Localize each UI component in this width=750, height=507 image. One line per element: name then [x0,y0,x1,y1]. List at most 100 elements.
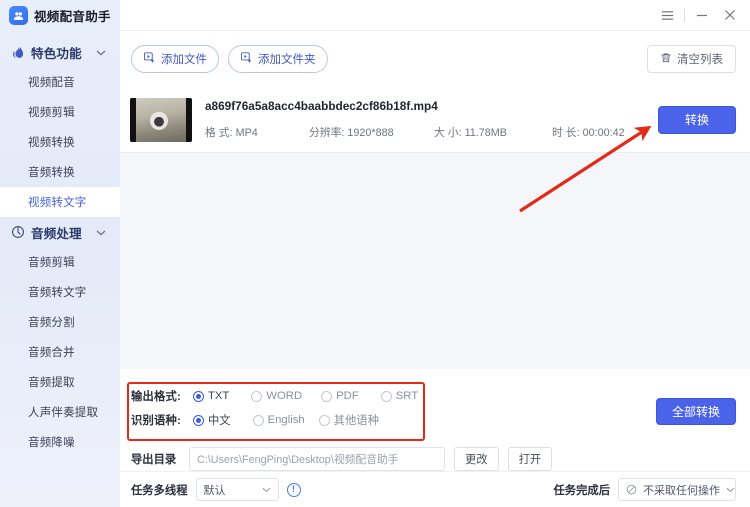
radio-dot-icon [193,414,204,426]
trash-icon [660,52,672,67]
radio-format-pdf[interactable]: PDF [321,390,359,402]
app-brand: 视频配音助手 [0,0,120,31]
table-row[interactable]: a869f76a5a8acc4baabbdec2cf86b18f.mp4 格 式… [120,87,750,153]
sidebar-item-label: 音频剪辑 [28,257,75,269]
radio-format-word[interactable]: WORD [251,390,302,402]
file-attr-size-key: 大 小: [434,127,462,139]
sidebar-item-label: 人声伴奏提取 [28,407,99,419]
change-dir-button[interactable]: 更改 [454,447,499,471]
radio-lang-chinese[interactable]: 中文 [193,412,231,428]
sidebar-group-featured[interactable]: 特色功能 [0,37,120,67]
options-box: 输出格式: TXT WORD PDF SRT 识别语种: 中文 English [131,378,429,438]
thumbnail-image [136,97,186,142]
radio-format-txt[interactable]: TXT [193,390,229,402]
sidebar-item-audio-convert[interactable]: 音频转换 [0,157,120,187]
sidebar-item-label: 视频转文字 [28,197,87,209]
sidebar-group-label: 特色功能 [31,46,82,61]
sidebar-group-audio-processing[interactable]: 音频处理 [0,217,120,247]
add-file-button[interactable]: 添加文件 [131,45,219,73]
sidebar-item-label: 音频分割 [28,317,75,329]
radio-dot-icon [318,414,330,426]
add-folder-icon [240,51,253,67]
file-list: a869f76a5a8acc4baabbdec2cf86b18f.mp4 格 式… [120,87,750,369]
sidebar-item-video-to-text[interactable]: 视频转文字 [0,187,120,217]
sidebar: 特色功能 视频配音 视频剪辑 视频转换 音频转换 视频转文字 音频处理 音频剪辑… [0,31,120,507]
file-attr-size: 大 小: 11.78MB [434,124,552,140]
toolbar: 添加文件 添加文件夹 清空列表 [120,31,750,87]
output-format-label: 输出格式: [131,391,181,403]
main-panel: 添加文件 添加文件夹 清空列表 a869f76a5a8acc4baabbdec2… [120,31,750,507]
file-attr-size-value: 11.78MB [464,127,508,139]
audio-disc-icon [10,225,25,240]
convert-button[interactable]: 转换 [658,105,736,134]
sidebar-item-label: 音频提取 [28,377,75,389]
export-dir-input[interactable]: C:\Users\FengPing\Desktop\视频配音助手 [189,447,445,471]
file-attr-resolution-value: 1920*888 [347,127,394,139]
add-file-icon [143,51,156,67]
radio-format-srt[interactable]: SRT [380,390,419,402]
sidebar-item-video-convert[interactable]: 视频转换 [0,127,120,157]
close-icon[interactable] [716,2,744,28]
flame-icon [10,45,25,60]
chevron-down-icon [96,223,106,241]
sidebar-item-audio-denoise[interactable]: 音频降噪 [0,427,120,457]
radio-lang-english[interactable]: English [252,414,305,426]
minimize-icon[interactable] [688,2,716,28]
radio-format-word-label: WORD [266,390,303,402]
sidebar-item-video-editing[interactable]: 视频剪辑 [0,97,120,127]
clear-list-button[interactable]: 清空列表 [647,45,736,73]
settings-panel: 输出格式: TXT WORD PDF SRT 识别语种: 中文 English [120,369,750,471]
after-task-select-value: 不采取任何操作 [643,484,720,497]
thread-label: 任务多线程 [131,484,188,497]
add-file-label: 添加文件 [161,54,207,66]
sidebar-item-audio-split[interactable]: 音频分割 [0,307,120,337]
radio-lang-other-label: 其他语种 [333,415,379,427]
chevron-down-icon [262,484,271,496]
clear-list-label: 清空列表 [677,54,723,66]
thread-select[interactable]: 默认 [195,478,279,501]
sidebar-item-audio-to-text[interactable]: 音频转文字 [0,277,120,307]
recognize-language-label: 识别语种: [131,415,181,427]
file-attr-format-value: MP4 [235,127,258,139]
add-folder-button[interactable]: 添加文件夹 [228,45,328,73]
sidebar-group-label: 音频处理 [31,226,82,241]
radio-dot-icon [193,390,204,402]
radio-dot-icon [252,414,264,426]
radio-format-pdf-label: PDF [336,390,359,402]
radio-format-srt-label: SRT [395,390,419,402]
sidebar-item-label: 视频剪辑 [28,107,75,119]
add-folder-label: 添加文件夹 [258,54,316,66]
file-attr-format-key: 格 式: [205,127,233,139]
convert-all-button[interactable]: 全部转换 [656,398,736,425]
after-task-select[interactable]: 不采取任何操作 [618,478,736,501]
no-action-icon [626,484,637,495]
app-title: 视频配音助手 [34,9,111,24]
sidebar-item-vocal-accompaniment-extract[interactable]: 人声伴奏提取 [0,397,120,427]
chevron-down-icon [726,484,735,496]
video-thumbnail [130,97,192,142]
titlebar-divider [684,8,685,22]
sidebar-item-audio-extract[interactable]: 音频提取 [0,367,120,397]
open-dir-button[interactable]: 打开 [507,447,553,471]
file-meta: a869f76a5a8acc4baabbdec2cf86b18f.mp4 格 式… [205,99,658,140]
sidebar-item-label: 音频降噪 [28,437,75,449]
sidebar-item-label: 音频转文字 [28,287,87,299]
info-icon[interactable]: ! [286,482,301,497]
hamburger-menu-icon[interactable] [653,2,681,28]
file-attr-duration-key: 时 长: [552,127,580,139]
radio-format-txt-label: TXT [208,390,230,402]
radio-dot-icon [321,390,333,402]
file-name: a869f76a5a8acc4baabbdec2cf86b18f.mp4 [205,99,438,113]
file-attr-format: 格 式: MP4 [205,124,309,140]
output-format-row: 输出格式: TXT WORD PDF SRT [131,384,429,408]
sidebar-item-audio-merge[interactable]: 音频合并 [0,337,120,367]
window-controls [653,2,750,28]
file-attr-resolution-key: 分辨率: [309,127,345,139]
radio-lang-other[interactable]: 其他语种 [318,412,379,428]
sidebar-item-video-dubbing[interactable]: 视频配音 [0,67,120,97]
sidebar-item-audio-editing[interactable]: 音频剪辑 [0,247,120,277]
after-task-label: 任务完成后 [553,484,611,497]
recognize-language-row: 识别语种: 中文 English 其他语种 [131,408,429,432]
sidebar-item-label: 视频转换 [28,137,75,149]
app-logo-icon [9,5,28,25]
